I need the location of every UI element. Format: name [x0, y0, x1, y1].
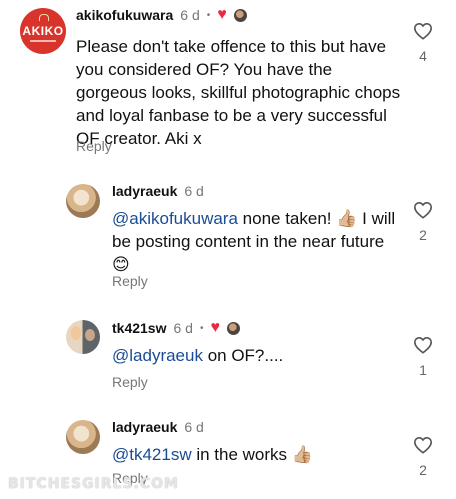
username[interactable]: akikofukuwara	[76, 7, 173, 23]
comment-meta: ladyraeuk 6 d	[112, 183, 204, 199]
mention-link[interactable]: @tk421sw	[112, 445, 192, 464]
comment-text: @ladyraeuk on OF?....	[112, 344, 407, 367]
comment-meta: tk421sw 6 d • ♥	[112, 320, 240, 336]
mention-link[interactable]: @ladyraeuk	[112, 346, 203, 365]
avatar[interactable]: AKIKO	[20, 8, 66, 54]
timestamp: 6 d	[184, 419, 204, 435]
username[interactable]: tk421sw	[112, 320, 166, 336]
avatar[interactable]	[66, 420, 100, 454]
comment-line-text: none taken! 👍🏼 I will	[237, 209, 396, 228]
watermark: BITCHESGIRLS.COM	[8, 476, 179, 492]
comment-meta: ladyraeuk 6 d	[112, 419, 204, 435]
like-count: 4	[419, 48, 427, 64]
reply-button[interactable]: Reply	[76, 138, 112, 154]
reply-button[interactable]: Reply	[112, 374, 148, 390]
comment-meta: akikofukuwara 6 d • ♥	[76, 7, 247, 23]
username[interactable]: ladyraeuk	[112, 183, 177, 199]
reply-button[interactable]: Reply	[112, 273, 148, 289]
comment-line: @akikofukuwara none taken! 👍🏼 I will	[112, 207, 407, 230]
author-mini-avatar	[233, 8, 247, 22]
separator: •	[199, 322, 204, 334]
avatar-divider	[30, 40, 56, 42]
heart-outline-icon	[414, 436, 432, 454]
comment-line: be posting content in the near future	[112, 232, 385, 251]
comment-line: 😊	[112, 255, 130, 274]
comment-line-text: on OF?....	[202, 346, 284, 365]
crest-icon	[39, 14, 49, 21]
heart-outline-icon	[414, 22, 432, 40]
like-button[interactable]	[410, 436, 436, 454]
author-mini-avatar	[226, 321, 240, 335]
avatar-brand-text: AKIKO	[22, 24, 64, 38]
avatar[interactable]	[66, 184, 100, 218]
timestamp: 6 d	[184, 183, 204, 199]
comment-text: @akikofukuwara none taken! 👍🏼 I will be …	[112, 207, 407, 276]
like-count: 2	[419, 462, 427, 478]
like-button[interactable]	[410, 201, 436, 219]
heart-outline-icon	[414, 336, 432, 354]
timestamp: 6 d	[180, 7, 200, 23]
separator: •	[206, 9, 211, 21]
avatar[interactable]	[66, 320, 100, 354]
like-button[interactable]	[410, 336, 436, 354]
heart-outline-icon	[414, 201, 432, 219]
like-count: 2	[419, 227, 427, 243]
comment-text: Please don't take offence to this but ha…	[76, 37, 401, 148]
comment-text: @tk421sw in the works 👍🏼	[112, 443, 407, 466]
comment-line-text: in the works 👍🏼	[191, 445, 313, 464]
author-like-heart-icon: ♥	[210, 319, 220, 336]
like-button[interactable]	[410, 22, 436, 40]
author-like-heart-icon: ♥	[217, 6, 227, 23]
timestamp: 6 d	[173, 320, 193, 336]
like-count: 1	[419, 362, 427, 378]
mention-link[interactable]: @akikofukuwara	[112, 209, 238, 228]
username[interactable]: ladyraeuk	[112, 419, 177, 435]
